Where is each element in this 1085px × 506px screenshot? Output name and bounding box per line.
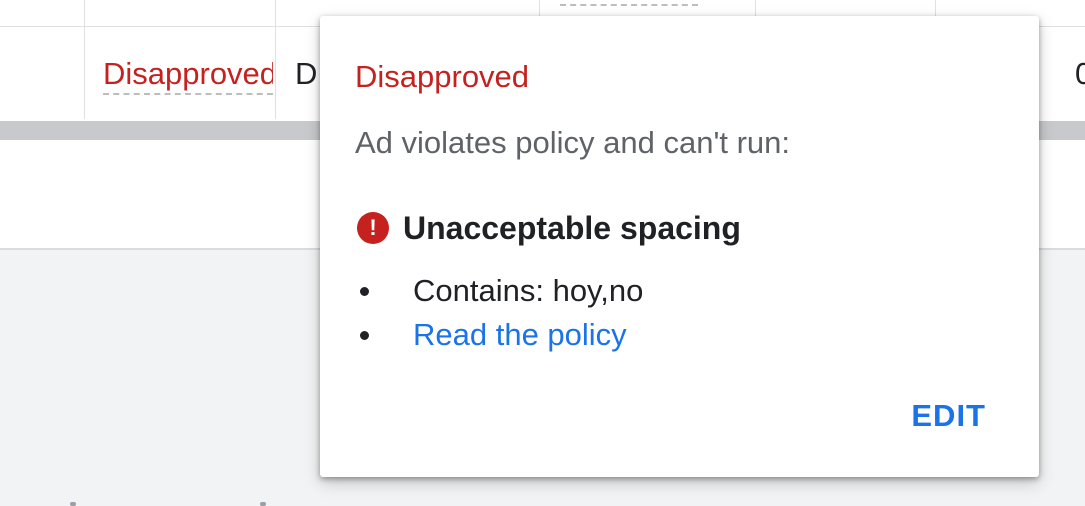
policy-popup: Disapproved Ad violates policy and can't… xyxy=(320,16,1039,477)
edit-button[interactable]: EDIT xyxy=(911,397,986,435)
table-cell-value: 0 xyxy=(1075,56,1085,91)
status-cell-disapproved[interactable]: Disapproved xyxy=(103,55,273,95)
popup-title: Disapproved xyxy=(355,59,530,94)
popup-description: Ad violates policy and can't run: xyxy=(355,125,790,160)
issue-details-list: Contains: hoy,no Read the policy xyxy=(360,269,643,357)
contains-text: Contains: hoy,no xyxy=(413,273,644,308)
list-item: Contains: hoy,no xyxy=(360,269,643,313)
list-item: Read the policy xyxy=(360,313,643,357)
bullet-dot xyxy=(360,330,369,340)
table-cell-text: Disapproved xyxy=(295,56,317,91)
bullet-dot xyxy=(360,286,369,296)
footer-text-fragment xyxy=(60,500,280,506)
error-icon: ! xyxy=(357,212,389,244)
dashed-underline xyxy=(560,0,698,6)
policy-issue: ! Unacceptable spacing xyxy=(357,209,741,247)
read-policy-link[interactable]: Read the policy xyxy=(413,316,627,354)
issue-title: Unacceptable spacing xyxy=(403,210,741,246)
